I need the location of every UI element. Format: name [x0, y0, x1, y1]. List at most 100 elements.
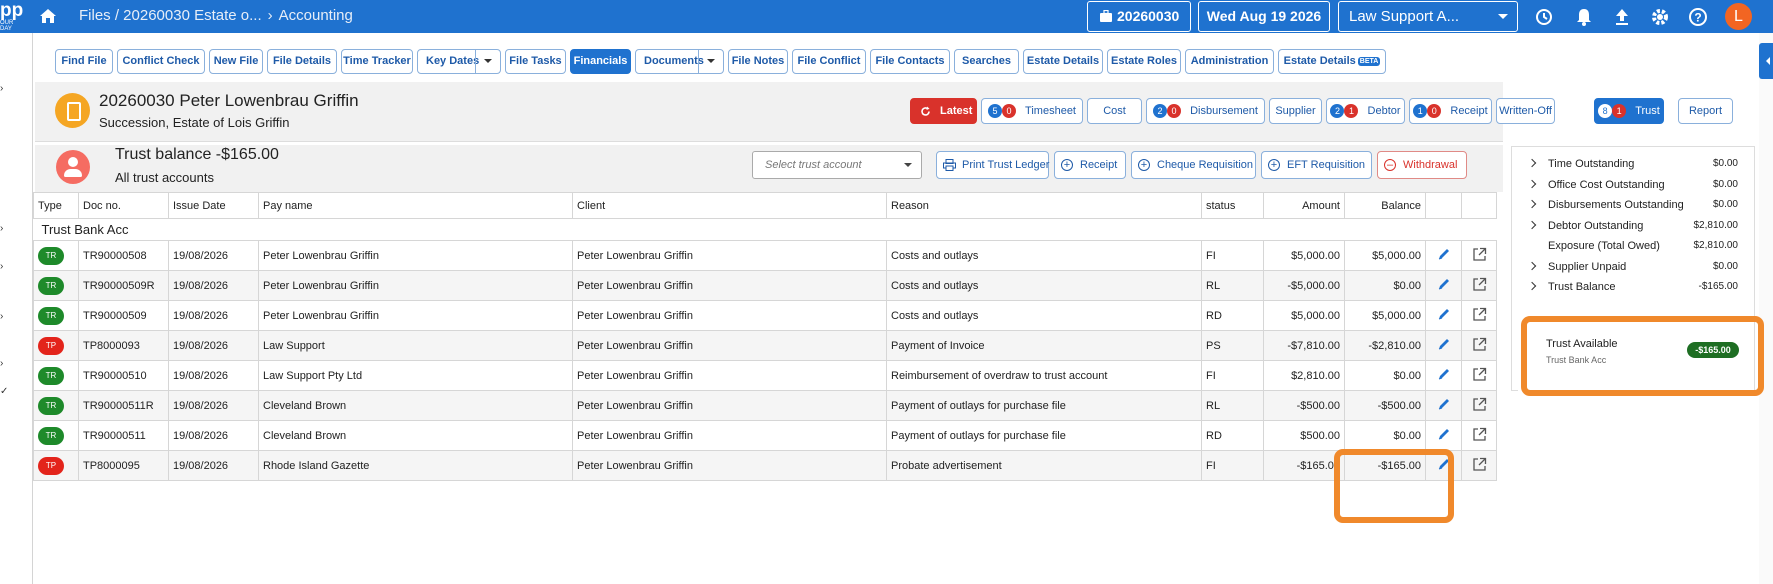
trust-button[interactable]: 81 Trust [1594, 98, 1664, 124]
summary-row[interactable]: Supplier Unpaid $0.00 [1512, 260, 1756, 282]
chevron-right-icon[interactable] [1527, 220, 1537, 230]
file-number-button[interactable]: 20260030 [1087, 1, 1191, 32]
trust-account-select[interactable]: Select trust account [752, 151, 922, 179]
column-header[interactable]: Doc no. [78, 192, 169, 219]
home-icon[interactable] [38, 6, 58, 26]
table-row[interactable]: TR TR90000509R 19/08/2026 Peter Lowenbrau G… [33, 270, 1497, 301]
pencil-icon[interactable] [1437, 367, 1451, 381]
summary-row[interactable]: Trust Balance -$165.00 [1512, 280, 1756, 302]
disbursement-button[interactable]: 20 Disbursement [1146, 98, 1265, 124]
tab-searches[interactable]: Searches [954, 49, 1019, 74]
help-icon[interactable]: ? [1688, 7, 1708, 27]
summary-row[interactable]: Time Outstanding $0.00 [1512, 157, 1756, 179]
debtor-button[interactable]: 21 Debtor [1326, 98, 1405, 124]
cost-button[interactable]: Cost [1087, 98, 1142, 124]
supplier-button[interactable]: Supplier [1269, 98, 1322, 124]
chevron-right-icon[interactable] [1527, 158, 1537, 168]
table-row[interactable]: TP TP8000093 19/08/2026 Law Support Peter Lo… [33, 330, 1497, 361]
table-row[interactable]: TR TR90000508 19/08/2026 Peter Lowenbrau Gr… [33, 240, 1497, 271]
tab-estate-details[interactable]: Estate Details [1023, 49, 1103, 74]
gear-icon[interactable] [1650, 7, 1670, 27]
tab-documents[interactable]: Documents [635, 49, 724, 74]
summary-row[interactable]: Debtor Outstanding $2,810.00 [1512, 219, 1756, 241]
history-icon[interactable] [1534, 7, 1554, 27]
breadcrumb-path[interactable]: Files / 20260030 Estate o... [79, 7, 262, 24]
tab-conflict-check[interactable]: Conflict Check [117, 49, 205, 74]
external-link-icon[interactable] [1472, 277, 1487, 292]
sidebar-chevron-icon[interactable]: › [0, 358, 3, 369]
tab-file-contacts[interactable]: File Contacts [870, 49, 950, 74]
table-row[interactable]: TP TP8000095 19/08/2026 Rhode Island Gazett… [33, 450, 1497, 481]
collapse-panel-button[interactable] [1759, 43, 1773, 79]
receipt-button[interactable]: 10 Receipt [1409, 98, 1492, 124]
chevron-down-icon[interactable] [698, 50, 723, 73]
tab-find-file[interactable]: Find File [55, 49, 113, 74]
amount-cell: -$5,000.00 [1263, 270, 1345, 301]
column-header[interactable]: Client [572, 192, 887, 219]
column-header[interactable]: Balance [1344, 192, 1426, 219]
tab-new-file[interactable]: New File [209, 49, 263, 74]
report-button[interactable]: Report [1678, 98, 1733, 124]
external-link-icon[interactable] [1472, 307, 1487, 322]
latest-label: Latest [940, 105, 973, 117]
sidebar-chevron-icon[interactable]: › [0, 311, 3, 322]
chevron-right-icon[interactable] [1527, 281, 1537, 291]
firm-select[interactable]: Law Support A... [1338, 1, 1518, 32]
table-row[interactable]: TR TR90000510 19/08/2026 Law Support Pty Lt… [33, 360, 1497, 391]
external-link-icon[interactable] [1472, 457, 1487, 472]
external-link-icon[interactable] [1472, 367, 1487, 382]
tab-file-conflict[interactable]: File Conflict [792, 49, 866, 74]
column-header[interactable]: Reason [886, 192, 1202, 219]
column-header[interactable]: Amount [1263, 192, 1345, 219]
latest-button[interactable]: Latest [910, 98, 977, 124]
date-button[interactable]: Wed Aug 19 2026 [1198, 1, 1330, 32]
tab-estate-details-beta[interactable]: Estate Details BETA [1278, 49, 1386, 74]
chevron-right-icon[interactable] [1527, 179, 1537, 189]
eft-requisition-button[interactable]: + EFT Requisition [1261, 151, 1372, 179]
tab-file-tasks[interactable]: File Tasks [505, 49, 566, 74]
count-badge: 5 [987, 104, 1002, 119]
user-avatar[interactable]: L [1725, 3, 1752, 30]
chevron-right-icon[interactable] [1527, 199, 1537, 209]
written-off-button[interactable]: Written-Off [1496, 98, 1555, 124]
receipt-action-button[interactable]: + Receipt [1054, 151, 1126, 179]
column-header[interactable]: Pay name [258, 192, 573, 219]
table-row[interactable]: TR TR90000511 19/08/2026 Cleveland Brown Pet… [33, 420, 1497, 451]
tab-file-notes[interactable]: File Notes [728, 49, 788, 74]
tab-key-dates[interactable]: Key Dates [417, 49, 501, 74]
external-link-icon[interactable] [1472, 247, 1487, 262]
pencil-icon[interactable] [1437, 337, 1451, 351]
pencil-icon[interactable] [1437, 427, 1451, 441]
withdrawal-button[interactable]: – Withdrawal [1377, 151, 1467, 179]
app-logo[interactable]: pp OUR DAY [0, 2, 26, 32]
bell-icon[interactable] [1574, 7, 1594, 27]
summary-row[interactable]: Disbursements Outstanding $0.00 [1512, 198, 1756, 220]
column-header[interactable]: status [1201, 192, 1264, 219]
sidebar-chevron-icon[interactable]: › [0, 83, 3, 94]
tab-file-details[interactable]: File Details [267, 49, 337, 74]
tab-administration[interactable]: Administration [1185, 49, 1274, 74]
chevron-down-icon[interactable] [475, 50, 500, 73]
tab-estate-roles[interactable]: Estate Roles [1107, 49, 1181, 74]
sidebar-chevron-icon[interactable]: › [0, 261, 3, 272]
external-link-icon[interactable] [1472, 337, 1487, 352]
pencil-icon[interactable] [1437, 307, 1451, 321]
column-header[interactable]: Issue Date [168, 192, 259, 219]
print-trust-ledger-button[interactable]: Print Trust Ledger [936, 151, 1049, 179]
external-link-icon[interactable] [1472, 427, 1487, 442]
summary-row[interactable]: Office Cost Outstanding $0.00 [1512, 178, 1756, 200]
pencil-icon[interactable] [1437, 277, 1451, 291]
pencil-icon[interactable] [1437, 247, 1451, 261]
sidebar-chevron-icon[interactable]: › [0, 223, 3, 234]
table-row[interactable]: TR TR90000509 19/08/2026 Peter Lowenbrau Gr… [33, 300, 1497, 331]
cheque-requisition-button[interactable]: + Cheque Requisition [1131, 151, 1256, 179]
pencil-icon[interactable] [1437, 397, 1451, 411]
external-link-icon[interactable] [1472, 397, 1487, 412]
chevron-right-icon[interactable] [1527, 261, 1537, 271]
column-header[interactable]: Type [33, 192, 79, 219]
upload-icon[interactable] [1612, 7, 1632, 27]
table-row[interactable]: TR TR90000511R 19/08/2026 Cleveland Brown Pe… [33, 390, 1497, 421]
timesheet-button[interactable]: 50 Timesheet [981, 98, 1083, 124]
tab-time-tracker[interactable]: Time Tracker [341, 49, 413, 74]
tab-financials[interactable]: Financials [570, 49, 631, 74]
